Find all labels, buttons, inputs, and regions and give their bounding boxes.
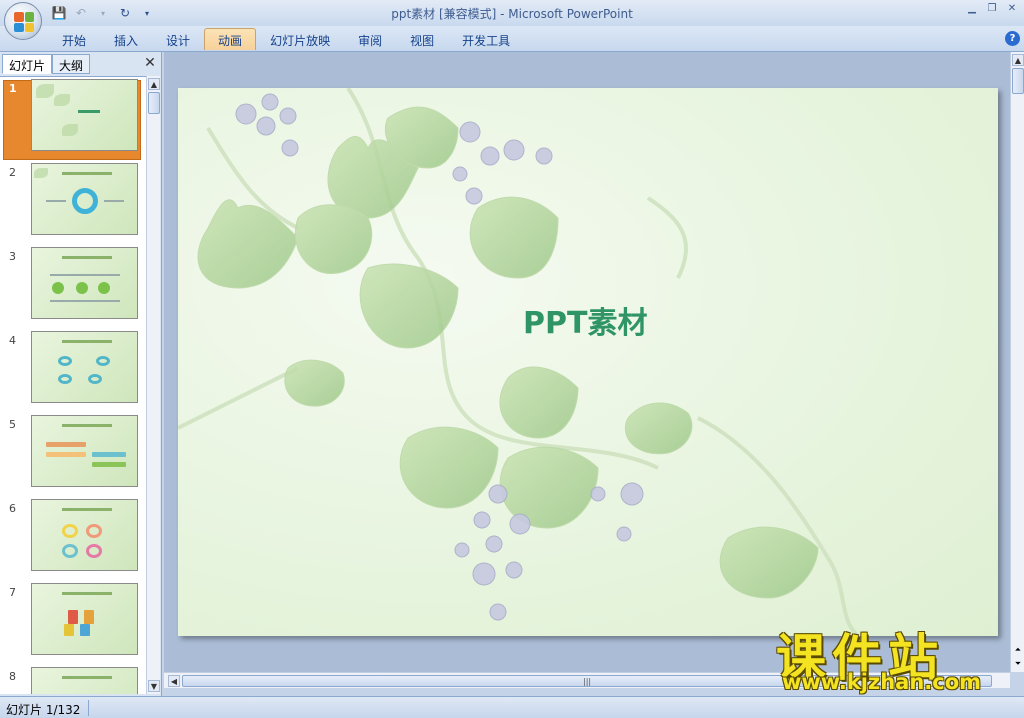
help-icon[interactable]: ? [1005, 31, 1020, 46]
title-bar: 💾 ↶ ▾ ↻ ▾ ppt素材 [兼容模式] - Microsoft Power… [0, 0, 1024, 40]
slide-number: 1 [9, 82, 17, 95]
slide-thumbnail[interactable]: 6 [0, 497, 146, 581]
slide-preview [31, 247, 138, 319]
slide-thumbnail[interactable]: 5 [0, 413, 146, 497]
previous-slide-icon[interactable]: ⏶ [1012, 644, 1024, 656]
restore-button[interactable]: ❐ [984, 2, 1000, 16]
slide-position-indicator[interactable]: 幻灯片 1/132 [6, 701, 80, 718]
scroll-thumb[interactable] [1012, 68, 1024, 94]
tab-slideshow[interactable]: 幻灯片放映 [256, 28, 344, 50]
scroll-thumb[interactable] [148, 92, 160, 114]
tab-animations[interactable]: 动画 [204, 28, 257, 50]
slide-number: 5 [9, 418, 16, 431]
scroll-down-icon[interactable]: ▼ [148, 680, 160, 692]
divider [88, 700, 89, 716]
slide-title[interactable]: PPT素材 [523, 298, 647, 342]
slide-editing-area: PPT素材 [164, 52, 1010, 672]
slide-thumbnail[interactable]: 7 [0, 581, 146, 665]
slides-pane: 幻灯片 大纲 ✕ 1 2 3 4 5 6 7 8 ▲ ▼ [0, 52, 162, 696]
window-controls: ▁ ❐ ✕ [964, 2, 1020, 16]
slide-preview [31, 331, 138, 403]
slide-preview [31, 79, 138, 151]
slide-preview [31, 583, 138, 655]
slide-number: 8 [9, 670, 16, 683]
tab-review[interactable]: 审阅 [344, 28, 396, 50]
slide-preview [31, 415, 138, 487]
tab-home[interactable]: 开始 [48, 28, 100, 50]
slide-thumbnail[interactable]: 2 [0, 161, 146, 245]
slide-number: 4 [9, 334, 16, 347]
watermark-url: www.kjzhan.com [782, 670, 982, 694]
slide-number: 6 [9, 502, 16, 515]
current-slide[interactable]: PPT素材 [178, 88, 998, 636]
slide-thumbnail[interactable]: 1 [0, 77, 146, 161]
slide-thumbnail[interactable]: 3 [0, 245, 146, 329]
scroll-up-icon[interactable]: ▲ [148, 78, 160, 90]
scroll-left-icon[interactable]: ◀ [168, 675, 180, 687]
status-bar: 幻灯片 1/132 [0, 696, 1024, 718]
tab-slides[interactable]: 幻灯片 [2, 54, 53, 74]
next-slide-icon[interactable]: ⏷ [1012, 658, 1024, 670]
close-pane-icon[interactable]: ✕ [142, 54, 158, 72]
ribbon: 开始 插入 设计 动画 幻灯片放映 审阅 视图 开发工具 ? [0, 26, 1024, 52]
minimize-button[interactable]: ▁ [964, 2, 980, 16]
scroll-up-icon[interactable]: ▲ [1012, 54, 1024, 66]
office-logo-icon [14, 12, 34, 32]
grip-icon: ||| [583, 677, 592, 686]
thumbnail-scrollbar[interactable]: ▲ ▼ [146, 76, 160, 694]
ribbon-tabs: 开始 插入 设计 动画 幻灯片放映 审阅 视图 开发工具 [48, 28, 524, 50]
office-button[interactable] [4, 2, 42, 40]
tab-design[interactable]: 设计 [152, 28, 204, 50]
slide-number: 3 [9, 250, 16, 263]
slide-thumbnail-list: 1 2 3 4 5 6 7 8 [0, 76, 146, 694]
tab-developer[interactable]: 开发工具 [448, 28, 524, 50]
slide-number: 2 [9, 166, 16, 179]
slide-number: 7 [9, 586, 16, 599]
tab-outline[interactable]: 大纲 [52, 54, 91, 74]
main-vertical-scrollbar[interactable]: ▲ ⏶ ⏷ [1010, 52, 1024, 672]
pane-tabs: 幻灯片 大纲 [2, 54, 91, 74]
close-button[interactable]: ✕ [1004, 2, 1020, 16]
watermark-logo: 课件站 www.kjzhan.com [770, 618, 1010, 698]
tab-view[interactable]: 视图 [396, 28, 448, 50]
slide-preview [31, 499, 138, 571]
grape-vine-illustration [178, 88, 998, 636]
window-title: ppt素材 [兼容模式] - Microsoft PowerPoint [391, 7, 633, 21]
slide-thumbnail[interactable]: 4 [0, 329, 146, 413]
slide-thumbnail[interactable]: 8 [0, 665, 146, 694]
slide-preview [31, 163, 138, 235]
slide-preview [31, 667, 138, 694]
tab-insert[interactable]: 插入 [100, 28, 152, 50]
